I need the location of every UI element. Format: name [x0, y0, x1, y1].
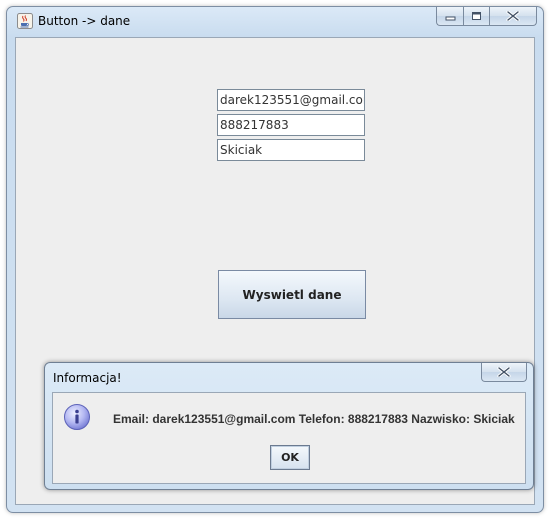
close-icon	[506, 11, 520, 21]
info-icon	[63, 403, 91, 431]
minimize-button[interactable]	[436, 7, 463, 26]
dialog-message: Email: darek123551@gmail.com Telefon: 88…	[113, 412, 515, 426]
info-dialog: Informacja! Email: darek123551@gmail.com…	[44, 362, 534, 490]
email-field[interactable]	[217, 89, 365, 111]
dialog-title: Informacja!	[53, 371, 122, 385]
minimize-icon	[445, 16, 455, 20]
dialog-body: Email: darek123551@gmail.com Telefon: 88…	[52, 392, 526, 484]
window-title: Button -> dane	[38, 14, 131, 28]
java-cup-icon	[17, 13, 33, 29]
maximize-button[interactable]	[463, 7, 490, 26]
close-icon	[497, 367, 511, 377]
title-bar[interactable]: Button -> dane	[7, 7, 543, 37]
close-button[interactable]	[490, 7, 537, 26]
dialog-close-button[interactable]	[481, 363, 527, 382]
ok-button[interactable]: OK	[270, 445, 310, 470]
phone-field[interactable]	[217, 114, 365, 136]
surname-field[interactable]	[217, 139, 365, 161]
caption-buttons	[436, 7, 537, 26]
show-data-button[interactable]: Wyswietl dane	[218, 270, 366, 319]
maximize-icon	[472, 12, 481, 20]
